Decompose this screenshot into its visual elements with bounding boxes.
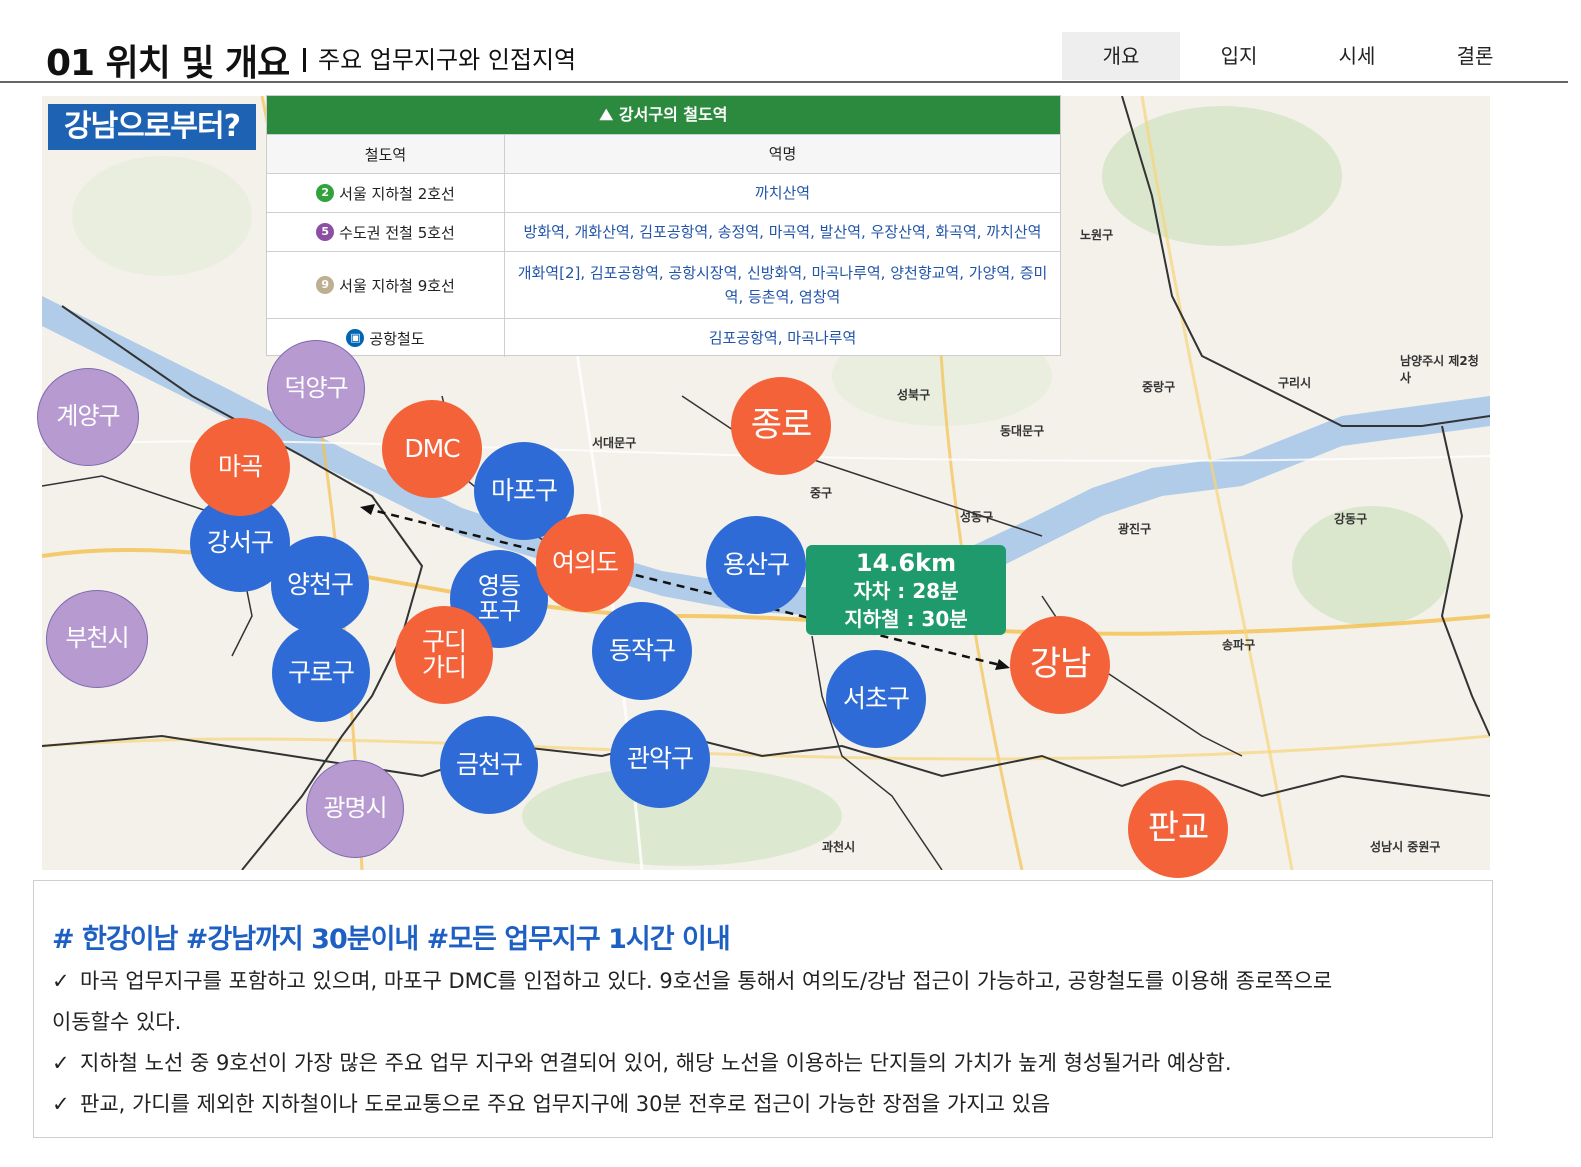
tab-overview[interactable]: 개요 bbox=[1062, 32, 1180, 80]
district-bucheon: 부천시 bbox=[46, 590, 148, 688]
line-name: 서울 지하철 9호선 bbox=[339, 276, 455, 295]
check-icon: ✓ bbox=[52, 969, 70, 993]
page-subtitle: 주요 업무지구와 인접지역 bbox=[303, 40, 576, 75]
district-jongno: 종로 bbox=[731, 377, 831, 475]
district-guro: 구로구 bbox=[272, 624, 370, 722]
bullet-1-continued: 이동할수 있다. bbox=[52, 1002, 1472, 1043]
summary-note: # 한강이남 #강남까지 30분이내 #모든 업무지구 1시간 이내 ✓ 마곡 업… bbox=[33, 880, 1493, 1138]
top-nav: 개요 입지 시세 결론 bbox=[1062, 32, 1534, 80]
district-pangyo: 판교 bbox=[1128, 780, 1228, 878]
line-name: 수도권 전철 5호선 bbox=[339, 223, 455, 242]
district-gwangmyeong: 광명시 bbox=[306, 760, 404, 858]
map-label-seongbuk: 성북구 bbox=[897, 388, 931, 402]
col-station-header: 역명 bbox=[768, 145, 797, 163]
district-gangnam: 강남 bbox=[1010, 616, 1110, 714]
bullet-1: ✓ 마곡 업무지구를 포함하고 있으며, 마포구 DMC를 인접하고 있다. 9호… bbox=[52, 961, 1472, 1002]
check-icon: ✓ bbox=[52, 1051, 70, 1075]
bullet-text: 판교, 가디를 제외한 지하철이나 도로교통으로 주요 업무지구에 30분 전후… bbox=[80, 1092, 1051, 1116]
distance-km: 14.6km bbox=[855, 549, 957, 577]
table-header-row: 철도역 역명 bbox=[267, 134, 1060, 173]
station-table-title-text: 강서구의 철도역 bbox=[618, 105, 728, 124]
map-label-seongdong: 성동구 bbox=[960, 510, 994, 524]
district-dongjak: 동작구 bbox=[592, 602, 692, 700]
page-subtitle-text: 주요 업무지구와 인접지역 bbox=[318, 46, 577, 74]
district-dmc: DMC bbox=[382, 400, 482, 498]
distance-info-box: 14.6km 자차 : 28분 지하철 : 30분 bbox=[806, 545, 1006, 635]
map-label-songpa: 송파구 bbox=[1222, 638, 1256, 652]
map-label-dongdaemun: 동대문구 bbox=[1000, 424, 1045, 438]
map-label-gwangjin: 광진구 bbox=[1118, 522, 1152, 536]
district-magok: 마곡 bbox=[190, 418, 290, 516]
bullet-text: 지하철 노선 중 9호선이 가장 많은 주요 업무 지구와 연결되어 있어, 해… bbox=[80, 1051, 1232, 1075]
line-cell: 2 서울 지하철 2호선 bbox=[267, 174, 505, 212]
line-cell: 9 서울 지하철 9호선 bbox=[267, 252, 505, 318]
line-5-icon: 5 bbox=[316, 223, 335, 241]
table-row: ▣ 공항철도 김포공항역, 마곡나루역 bbox=[267, 318, 1060, 357]
station-cell[interactable]: 개화역[2], 김포공항역, 공항시장역, 신방화역, 마곡나루역, 양천향교역… bbox=[505, 252, 1060, 318]
tree-icon: ⛰ bbox=[599, 105, 613, 124]
map-label-seongnam: 성남시 중원구 bbox=[1370, 840, 1441, 854]
district-yongsan: 용산구 bbox=[706, 516, 806, 614]
district-seocho: 서초구 bbox=[826, 650, 926, 748]
bullet-2: ✓ 지하철 노선 중 9호선이 가장 많은 주요 업무 지구와 연결되어 있어, … bbox=[52, 1043, 1472, 1084]
map-label-nowon: 노원구 bbox=[1080, 228, 1114, 242]
map-label-junggu: 중구 bbox=[810, 486, 833, 500]
station-table: ⛰ 강서구의 철도역 철도역 역명 2 서울 지하철 2호선 까치산역 5 수도권 전… bbox=[266, 95, 1061, 357]
car-time: 자차 : 28분 bbox=[853, 579, 959, 603]
station-table-title: ⛰ 강서구의 철도역 bbox=[267, 96, 1060, 134]
check-icon: ✓ bbox=[52, 1092, 70, 1116]
district-gyeyang: 계양구 bbox=[37, 368, 139, 466]
map-label-gangdong: 강동구 bbox=[1334, 512, 1368, 526]
line-9-icon: 9 bbox=[316, 276, 335, 294]
tab-conclusion[interactable]: 결론 bbox=[1416, 32, 1534, 80]
page-title: 01 위치 및 개요 bbox=[46, 43, 290, 84]
tab-price[interactable]: 시세 bbox=[1298, 32, 1416, 80]
line-name: 공항철도 bbox=[369, 329, 425, 348]
table-row: 9 서울 지하철 9호선 개화역[2], 김포공항역, 공항시장역, 신방화역, … bbox=[267, 251, 1060, 318]
table-row: 2 서울 지하철 2호선 까치산역 bbox=[267, 173, 1060, 212]
station-cell[interactable]: 방화역, 개화산역, 김포공항역, 송정역, 마곡역, 발산역, 우장산역, 화… bbox=[505, 213, 1060, 251]
bullet-3: ✓ 판교, 가디를 제외한 지하철이나 도로교통으로 주요 업무지구에 30분 전… bbox=[52, 1084, 1472, 1125]
station-cell[interactable]: 김포공항역, 마곡나루역 bbox=[505, 319, 1060, 357]
hashtags: # 한강이남 #강남까지 30분이내 #모든 업무지구 1시간 이내 bbox=[52, 924, 731, 955]
bullet-text: 마곡 업무지구를 포함하고 있으며, 마포구 DMC를 인접하고 있다. 9호선… bbox=[80, 969, 1333, 993]
district-deokyang: 덕양구 bbox=[267, 340, 365, 438]
subway-time: 지하철 : 30분 bbox=[844, 607, 968, 631]
station-cell[interactable]: 까치산역 bbox=[505, 174, 1060, 212]
district-yangcheon: 양천구 bbox=[271, 536, 369, 634]
from-gangnam-badge: 강남으로부터? bbox=[48, 104, 256, 150]
col-line-header: 철도역 bbox=[267, 135, 505, 173]
title-divider bbox=[303, 48, 306, 72]
header-divider bbox=[0, 81, 1568, 83]
map-label-gwacheon: 과천시 bbox=[822, 840, 856, 854]
line-cell: 5 수도권 전철 5호선 bbox=[267, 213, 505, 251]
map-label-namyangju: 남양주시 제2청사 bbox=[1400, 354, 1479, 385]
line-name: 서울 지하철 2호선 bbox=[339, 184, 455, 203]
line-2-icon: 2 bbox=[316, 184, 335, 202]
district-yeouido: 여의도 bbox=[536, 514, 634, 612]
district-gwanak: 관악구 bbox=[610, 710, 710, 808]
district-geumcheon: 금천구 bbox=[440, 716, 538, 814]
table-row: 5 수도권 전철 5호선 방화역, 개화산역, 김포공항역, 송정역, 마곡역, … bbox=[267, 212, 1060, 251]
airport-rail-icon: ▣ bbox=[346, 329, 365, 347]
map-label-guri: 구리시 bbox=[1278, 376, 1312, 390]
map-label-jungnang: 중랑구 bbox=[1142, 380, 1176, 394]
district-gudi-gadi: 구디 가디 bbox=[395, 606, 493, 704]
tab-location[interactable]: 입지 bbox=[1180, 32, 1298, 80]
map-label-seodaemun: 서대문구 bbox=[592, 436, 637, 450]
bullet-text: 이동할수 있다. bbox=[52, 1010, 182, 1034]
